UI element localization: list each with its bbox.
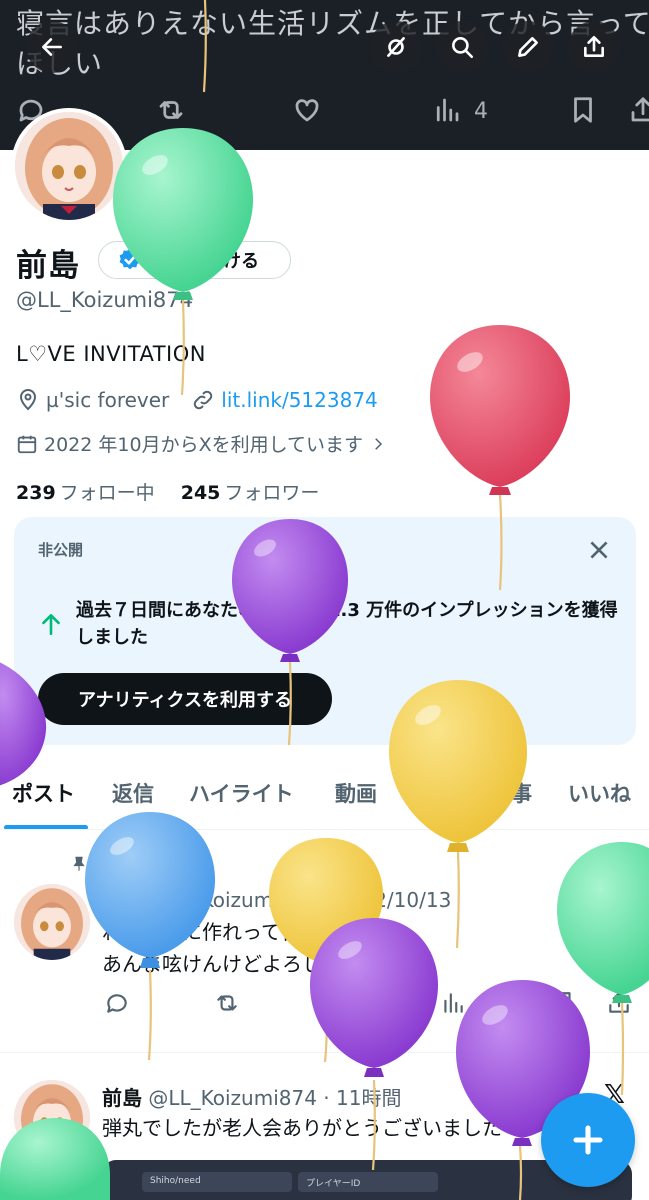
- get-verified-label: 認証を受ける: [151, 251, 259, 272]
- share-icon: [628, 95, 649, 135]
- pinned-post[interactable]: 固定 前島 @LL_Koizumi874 · 2022/10/13 𝕏 れもんぬ…: [0, 852, 649, 1052]
- profile-meta: µ'sic forever lit.link/5123874: [16, 388, 378, 412]
- tab-posts[interactable]: ポスト: [12, 778, 75, 808]
- repost-icon: [217, 995, 237, 1011]
- tab-articles[interactable]: 記事: [490, 778, 532, 808]
- impressions-message: 過去７日間にあなたのポストは1.3 万件のインプレッションを獲得しました: [76, 600, 618, 648]
- compose-post-button[interactable]: [541, 1093, 635, 1187]
- location-icon: [19, 389, 37, 411]
- use-analytics-button[interactable]: アナリティクスを利用する: [38, 673, 332, 725]
- grok-button[interactable]: [370, 21, 422, 73]
- post-author-name: 前島: [102, 1086, 142, 1110]
- tab-replies[interactable]: 返信: [112, 778, 154, 808]
- tab-videos[interactable]: 動画: [335, 778, 377, 808]
- following-label: フォロー中: [59, 482, 155, 504]
- chevron-right-icon: [375, 437, 383, 450]
- bookmark-button[interactable]: [550, 990, 576, 1016]
- views-icon: [444, 993, 463, 1013]
- upload-icon: [584, 35, 604, 57]
- pin-icon: [73, 856, 85, 871]
- edit-button[interactable]: [502, 21, 554, 73]
- verified-badge-icon: [119, 248, 141, 270]
- search-icon: [452, 37, 474, 59]
- post-author-handle: @LL_Koizumi874: [148, 888, 317, 912]
- reply-icon: [107, 994, 127, 1013]
- banner-text: 寝言はありえない生活リズムを正してから言ってほしい: [16, 7, 649, 80]
- arrow-left-icon: [42, 38, 62, 56]
- plus-icon: [573, 1125, 603, 1155]
- pinned-label: 固定: [102, 856, 135, 875]
- followers-link[interactable]: 245 フォロワー: [181, 482, 320, 504]
- post-author-name: 前島: [102, 888, 142, 912]
- profile-tabs: ポスト 返信 ハイライト 動画 画像 記事 いいね: [0, 762, 649, 830]
- x-logo-icon: 𝕏: [604, 884, 625, 914]
- joined-label: 2022 年10月からXを利用しています: [44, 434, 364, 456]
- bookmark-icon: [555, 992, 571, 1014]
- get-verified-button[interactable]: 認証を受ける: [98, 241, 291, 279]
- post-actions: 4: [100, 990, 640, 1020]
- post-divider: [0, 1052, 649, 1053]
- like-icon: [292, 95, 332, 135]
- analytics-card: 非公開 過去７日間にあなたのポストは1.3 万件のインプレッションを獲得しました…: [14, 517, 636, 745]
- like-button[interactable]: 4: [328, 990, 370, 1016]
- grok-icon: [387, 37, 405, 57]
- profile-avatar[interactable]: [11, 108, 127, 224]
- post-text: れもんぬに作れって言われた。 あんま呟けんけどよろしくね。: [102, 916, 602, 980]
- tab-highlights[interactable]: ハイライト: [189, 778, 294, 808]
- thumb-tab: Shiho/need: [142, 1172, 292, 1192]
- profile-location: µ'sic forever: [46, 388, 170, 412]
- followers-label: フォロワー: [224, 482, 320, 504]
- views-button[interactable]: [440, 990, 466, 1016]
- thumb-tab: プレイヤーID: [298, 1172, 438, 1192]
- post-author-handle: @LL_Koizumi874: [148, 1086, 317, 1110]
- bookmark-icon: [568, 95, 608, 135]
- post-header: 前島 @LL_Koizumi874 · 2022/10/13: [102, 888, 452, 912]
- following-count: 239: [16, 482, 56, 504]
- pencil-icon: [518, 37, 538, 57]
- repost-button[interactable]: [214, 990, 240, 1016]
- profile-handle: @LL_Koizumi874: [16, 288, 194, 312]
- search-button[interactable]: [436, 21, 488, 73]
- private-label: 非公開: [38, 541, 84, 559]
- link-icon: [194, 390, 213, 410]
- balloon-red: [430, 325, 570, 495]
- like-count: 4: [360, 993, 371, 1013]
- post-time: 11時間: [336, 1086, 402, 1110]
- profile-bio: L♡VE INVITATION: [16, 342, 206, 366]
- post-avatar[interactable]: [14, 1080, 90, 1156]
- repost-icon: [156, 95, 196, 135]
- share-icon: [609, 992, 629, 1013]
- share-profile-button[interactable]: [568, 21, 620, 73]
- post-text-line: あんま呟けんけどよろしくね。: [102, 952, 382, 976]
- close-card-button[interactable]: [586, 537, 612, 563]
- reply-button[interactable]: [104, 990, 130, 1016]
- profile-name: 前島: [16, 248, 80, 284]
- calendar-icon: [17, 435, 37, 453]
- follow-stats: 239 フォロー中 245 フォロワー: [16, 478, 319, 505]
- followers-count: 245: [180, 482, 221, 504]
- post-avatar[interactable]: [14, 884, 90, 960]
- post-time: 2022/10/13: [336, 888, 452, 912]
- post-header: 前島 @LL_Koizumi874 · 11時間: [102, 1086, 402, 1110]
- views-count: 4: [474, 99, 488, 124]
- post-text: 弾丸でしたが老人会ありがとうございました: [102, 1116, 502, 1140]
- back-button[interactable]: [26, 21, 78, 73]
- active-tab-indicator: [4, 825, 88, 829]
- profile-link[interactable]: lit.link/5123874: [221, 388, 378, 412]
- tab-media[interactable]: 画像: [412, 778, 454, 808]
- close-icon: [590, 541, 608, 559]
- pinned-indicator: 固定: [70, 852, 134, 876]
- post-text-line: れもんぬに作れって言われた。: [102, 920, 380, 944]
- share-button[interactable]: [606, 990, 632, 1016]
- following-link[interactable]: 239 フォロー中: [16, 482, 155, 504]
- joined-date[interactable]: 2022 年10月からXを利用しています: [16, 430, 393, 457]
- views-icon: [432, 95, 472, 135]
- tab-likes[interactable]: いいね: [568, 778, 631, 808]
- trend-up-icon: [38, 611, 64, 637]
- heart-icon: [331, 993, 351, 1013]
